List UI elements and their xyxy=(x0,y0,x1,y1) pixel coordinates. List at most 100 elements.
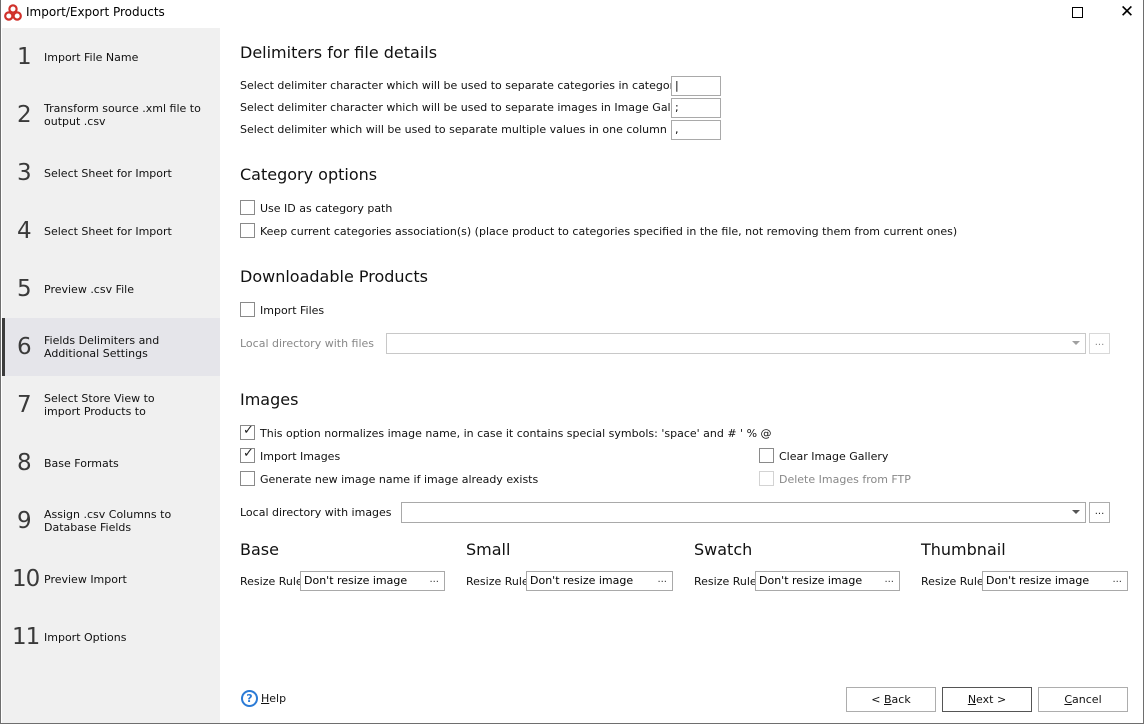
window-title: Import/Export Products xyxy=(26,5,165,19)
import-images-checkbox[interactable]: ✓ xyxy=(240,446,255,463)
category-delimiter-input[interactable]: | xyxy=(671,76,721,96)
step-number: 3 xyxy=(17,160,32,186)
normalize-name-label: This option normalizes image name, in ca… xyxy=(260,427,772,440)
step-2[interactable]: 2 Transform source .xml file to output .… xyxy=(2,86,220,144)
step-number: 8 xyxy=(17,450,32,476)
use-id-checkbox[interactable] xyxy=(240,200,255,215)
delete-ftp-label: Delete Images from FTP xyxy=(779,473,911,486)
generate-name-label: Generate new image name if image already… xyxy=(260,473,539,486)
step-6[interactable]: 6 Fields Delimiters and Additional Setti… xyxy=(2,318,220,376)
image-delimiter-input[interactable]: ; xyxy=(671,98,721,118)
swatch-heading: Swatch xyxy=(694,540,753,559)
import-files-checkbox[interactable] xyxy=(240,302,255,317)
step-label: Fields Delimiters and Additional Setting… xyxy=(44,334,160,360)
step-number: 11 xyxy=(12,624,40,650)
images-directory-label: Local directory with images xyxy=(240,506,392,519)
delete-ftp-checkbox[interactable] xyxy=(759,471,774,486)
files-browse-button[interactable]: ... xyxy=(1089,333,1110,354)
step-number: 2 xyxy=(17,102,32,128)
step-number: 7 xyxy=(17,392,32,418)
step-label: Select Store View to import Products to xyxy=(44,392,155,418)
import-export-window: Import/Export Products ✕ 1 Import File N… xyxy=(0,0,1144,724)
step-7[interactable]: 7 Select Store View to import Products t… xyxy=(2,376,220,434)
step-number: 6 xyxy=(17,334,32,360)
step-label: Preview .csv File xyxy=(44,283,135,296)
step-number: 10 xyxy=(12,566,40,592)
step-9[interactable]: 9 Assign .csv Columns to Database Fields xyxy=(2,492,220,550)
small-resize-value: Don't resize image xyxy=(530,574,634,587)
dropdown-arrow-icon xyxy=(1072,510,1080,514)
swatch-resize-value: Don't resize image xyxy=(759,574,863,587)
step-3[interactable]: 3 Select Sheet for Import xyxy=(2,144,220,202)
step-label: Base Formats xyxy=(44,457,119,470)
step-label: Select Sheet for Import xyxy=(44,225,172,238)
step-8[interactable]: 8 Base Formats xyxy=(2,434,220,492)
files-directory-label: Local directory with files xyxy=(240,337,375,350)
wizard-steps-sidebar: 1 Import File Name 2 Transform source .x… xyxy=(2,28,220,723)
keep-associations-label: Keep current categories association(s) (… xyxy=(260,225,958,238)
checkmark-icon: ✓ xyxy=(243,423,254,438)
images-browse-button[interactable]: ... xyxy=(1089,502,1110,523)
help-icon: ? xyxy=(241,690,258,707)
step-number: 1 xyxy=(17,44,32,70)
base-resize-field[interactable]: Don't resize image ... xyxy=(300,571,445,591)
cancel-button[interactable]: Cancel xyxy=(1038,687,1128,712)
step-label: Select Sheet for Import xyxy=(44,167,172,180)
base-resize-value: Don't resize image xyxy=(304,574,408,587)
delimiters-heading: Delimiters for file details xyxy=(240,43,438,62)
small-resize-field[interactable]: Don't resize image ... xyxy=(526,571,673,591)
step-label: Import File Name xyxy=(44,51,139,64)
step-1[interactable]: 1 Import File Name xyxy=(2,28,220,86)
multivalue-delimiter-label: Select delimiter which will be used to s… xyxy=(240,123,667,136)
small-resize-label: Resize Rule xyxy=(466,575,529,588)
normalize-name-checkbox[interactable]: ✓ xyxy=(240,423,255,440)
swatch-resize-field[interactable]: Don't resize image ... xyxy=(755,571,900,591)
checkmark-icon: ✓ xyxy=(243,446,254,461)
images-directory-combo[interactable] xyxy=(401,502,1086,523)
step-number: 9 xyxy=(17,508,32,534)
thumbnail-resize-field[interactable]: Don't resize image ... xyxy=(982,571,1128,591)
import-files-label: Import Files xyxy=(260,304,325,317)
ellipsis-icon[interactable]: ... xyxy=(657,573,667,587)
downloadable-heading: Downloadable Products xyxy=(240,267,428,286)
clear-gallery-label: Clear Image Gallery xyxy=(779,450,889,463)
next-button[interactable]: Next > xyxy=(942,687,1032,712)
step-10[interactable]: 10 Preview Import xyxy=(2,550,220,608)
step-label: Assign .csv Columns to Database Fields xyxy=(44,508,172,534)
small-heading: Small xyxy=(466,540,511,559)
step-label: Transform source .xml file to output .cs… xyxy=(44,102,201,128)
dropdown-arrow-icon xyxy=(1072,341,1080,345)
clear-gallery-checkbox[interactable] xyxy=(759,448,774,463)
step-number: 4 xyxy=(17,218,32,244)
thumbnail-heading: Thumbnail xyxy=(921,540,1006,559)
step-label: Preview Import xyxy=(44,573,127,586)
base-heading: Base xyxy=(240,540,279,559)
step-5[interactable]: 5 Preview .csv File xyxy=(2,260,220,318)
step-4[interactable]: 4 Select Sheet for Import xyxy=(2,202,220,260)
use-id-label: Use ID as category path xyxy=(260,202,393,215)
back-button[interactable]: < Back xyxy=(846,687,936,712)
step-number: 5 xyxy=(17,276,32,302)
app-logo-icon xyxy=(4,4,22,21)
maximize-icon[interactable] xyxy=(1072,7,1083,18)
thumbnail-resize-label: Resize Rule xyxy=(921,575,984,588)
close-icon[interactable]: ✕ xyxy=(1119,3,1135,21)
title-bar: Import/Export Products ✕ xyxy=(1,0,1143,26)
step-label: Import Options xyxy=(44,631,127,644)
multivalue-delimiter-input[interactable]: , xyxy=(671,120,721,140)
files-directory-combo[interactable] xyxy=(386,333,1086,354)
images-heading: Images xyxy=(240,390,299,409)
category-delimiter-label: Select delimiter character which will be… xyxy=(240,79,707,92)
generate-name-checkbox[interactable] xyxy=(240,471,255,486)
step-11[interactable]: 11 Import Options xyxy=(2,608,220,666)
help-label: Help xyxy=(261,692,287,705)
swatch-resize-label: Resize Rule xyxy=(694,575,757,588)
category-heading: Category options xyxy=(240,165,378,184)
ellipsis-icon[interactable]: ... xyxy=(1112,573,1122,587)
keep-associations-checkbox[interactable] xyxy=(240,223,255,238)
ellipsis-icon[interactable]: ... xyxy=(429,573,439,587)
ellipsis-icon[interactable]: ... xyxy=(884,573,894,587)
base-resize-label: Resize Rule xyxy=(240,575,303,588)
import-images-label: Import Images xyxy=(260,450,341,463)
thumbnail-resize-value: Don't resize image xyxy=(986,574,1090,587)
